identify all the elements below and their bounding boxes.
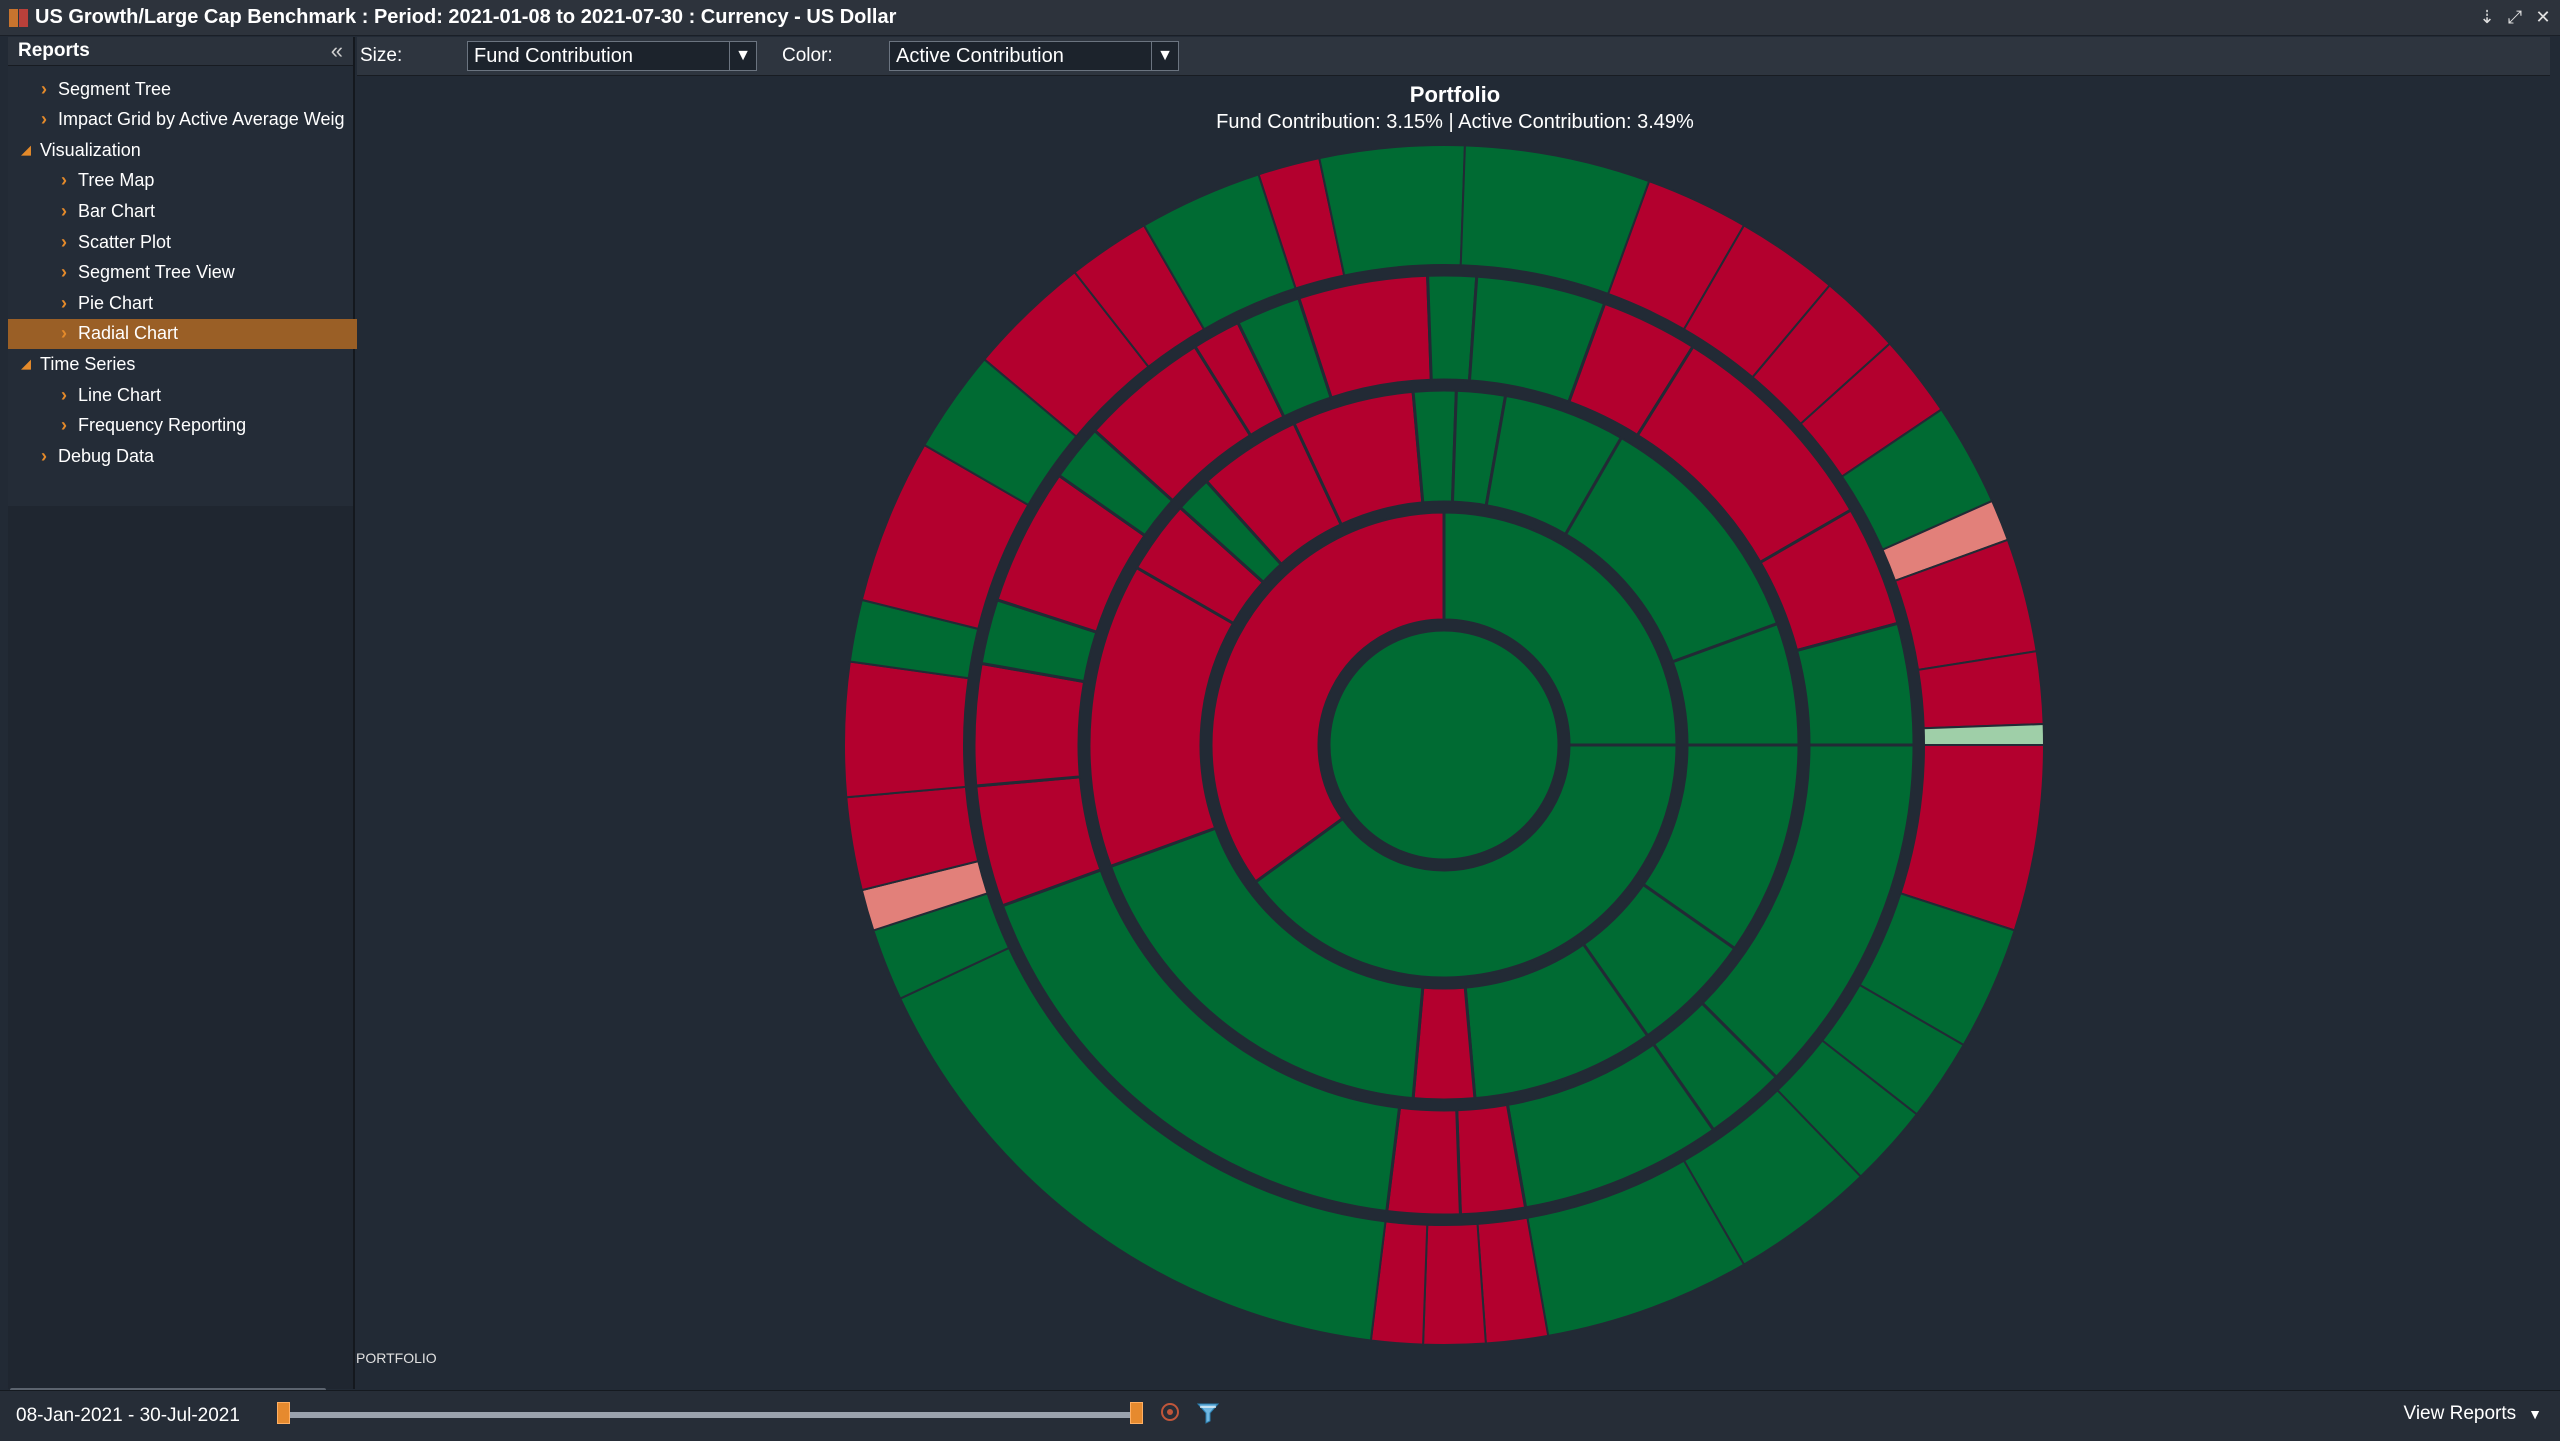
chevron-down-icon: ▼ bbox=[2528, 1406, 2542, 1422]
filter-icon[interactable] bbox=[1196, 1401, 1220, 1425]
view-reports-label: View Reports bbox=[2403, 1403, 2517, 1424]
date-range-label: 08-Jan-2021 - 30-Jul-2021 bbox=[16, 1405, 240, 1426]
reset-icon[interactable] bbox=[1161, 1403, 1179, 1421]
breadcrumb[interactable]: PORTFOLIO bbox=[356, 1350, 437, 1366]
bottom-bar: 08-Jan-2021 - 30-Jul-2021 View Reports ▼ bbox=[0, 1390, 2560, 1441]
ring3-segment-7[interactable] bbox=[972, 661, 1087, 788]
view-reports-menu[interactable]: View Reports ▼ bbox=[2403, 1403, 2542, 1425]
ring5-segment-31[interactable] bbox=[1922, 723, 2046, 746]
ring5-segment-7[interactable] bbox=[1422, 1222, 1487, 1346]
slider-end-handle[interactable] bbox=[1130, 1402, 1143, 1424]
ring5-segment-21[interactable] bbox=[1318, 144, 1466, 277]
date-slider-track[interactable] bbox=[280, 1412, 1140, 1418]
date-slider-fill bbox=[280, 1412, 1140, 1418]
ring5-segment-13[interactable] bbox=[843, 660, 970, 799]
radial-chart[interactable] bbox=[0, 0, 2560, 1440]
slider-start-handle[interactable] bbox=[277, 1402, 290, 1424]
ring0-segment-0[interactable] bbox=[1327, 628, 1561, 862]
chart-title: Portfolio bbox=[1409, 82, 1501, 107]
chart-subtitle: Fund Contribution: 3.15% | Active Contri… bbox=[1216, 111, 1694, 133]
